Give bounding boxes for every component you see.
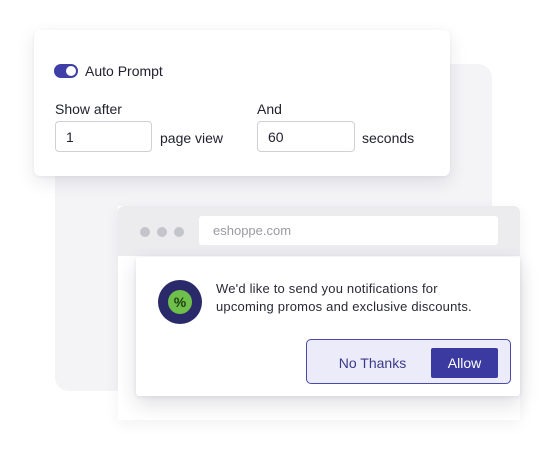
- page-view-unit: page view: [160, 130, 224, 146]
- notification-prompt: % We'd like to send you notifications fo…: [136, 257, 520, 396]
- no-thanks-button[interactable]: No Thanks: [316, 348, 429, 378]
- auto-prompt-label: Auto Prompt: [85, 63, 163, 79]
- percent-icon: %: [168, 290, 192, 314]
- allow-button[interactable]: Allow: [431, 348, 498, 378]
- percent-badge-icon: %: [158, 280, 202, 324]
- seconds-unit: seconds: [362, 130, 415, 146]
- window-dot-icon: [174, 227, 184, 237]
- page: Auto Prompt Show after And 1 page view 6…: [0, 0, 547, 456]
- and-label: And: [257, 101, 282, 117]
- auto-prompt-row: Auto Prompt: [54, 62, 163, 80]
- address-bar[interactable]: eshoppe.com: [199, 216, 498, 245]
- toggle-knob: [66, 66, 76, 76]
- auto-prompt-settings-card: Auto Prompt Show after And 1 page view 6…: [34, 30, 450, 176]
- prompt-button-group: No Thanks Allow: [306, 339, 511, 384]
- prompt-message-line: We'd like to send you notifications for: [216, 281, 438, 296]
- window-dot-icon: [157, 227, 167, 237]
- prompt-message: We'd like to send you notifications for …: [216, 280, 506, 316]
- browser-titlebar: eshoppe.com: [118, 206, 520, 256]
- prompt-message-line: upcoming promos and exclusive discounts.: [216, 299, 472, 314]
- page-view-count-input[interactable]: 1: [55, 121, 152, 152]
- seconds-input[interactable]: 60: [257, 121, 355, 152]
- show-after-label: Show after: [55, 101, 122, 117]
- auto-prompt-toggle[interactable]: [54, 64, 78, 78]
- window-dot-icon: [140, 227, 150, 237]
